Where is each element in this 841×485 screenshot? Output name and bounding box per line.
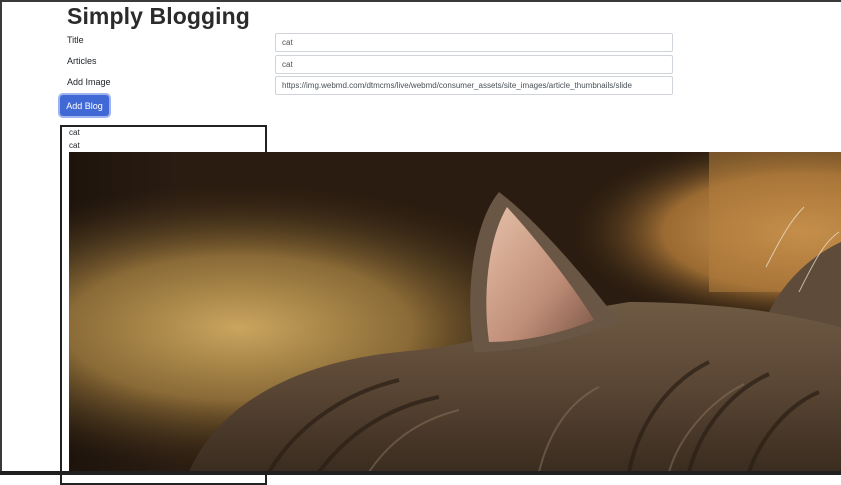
cat-photo bbox=[69, 152, 841, 472]
window-bottom-border bbox=[0, 471, 841, 475]
blog-article: cat bbox=[69, 141, 80, 150]
add-image-label: Add Image bbox=[67, 77, 111, 87]
title-input[interactable] bbox=[275, 33, 673, 52]
articles-input[interactable] bbox=[275, 55, 673, 74]
page-title: Simply Blogging bbox=[67, 3, 250, 29]
window-left-border bbox=[0, 0, 2, 475]
title-label: Title bbox=[67, 35, 84, 45]
image-url-input[interactable] bbox=[275, 76, 673, 95]
blog-image bbox=[69, 152, 841, 472]
blog-title: cat bbox=[69, 128, 80, 137]
add-blog-button[interactable]: Add Blog bbox=[60, 95, 109, 116]
window-top-border bbox=[0, 0, 841, 2]
articles-label: Articles bbox=[67, 56, 97, 66]
